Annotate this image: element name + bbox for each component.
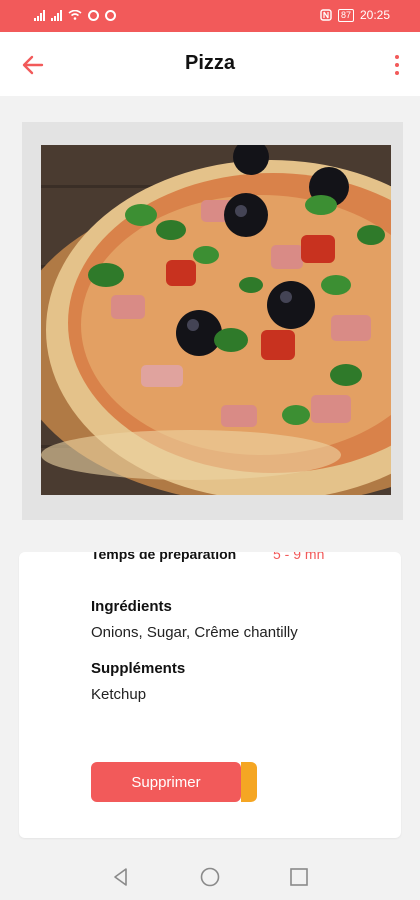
supplements-value: Ketchup <box>91 686 147 703</box>
signal-icon <box>34 9 45 21</box>
nav-recents-icon[interactable] <box>288 866 310 888</box>
battery-icon: 87 <box>337 8 354 22</box>
nav-home-icon[interactable] <box>199 866 221 888</box>
screen: 87 20:25 Pizza Temps de préparation 5 - … <box>0 0 420 900</box>
ingredients-label: Ingrédients <box>91 598 172 615</box>
app-bar: Pizza <box>0 32 420 96</box>
edit-button[interactable] <box>241 762 257 802</box>
pizza-photo <box>41 145 391 495</box>
delete-button[interactable]: Supprimer <box>91 762 241 802</box>
whatsapp-icon <box>88 9 99 21</box>
more-options-icon[interactable] <box>392 52 402 78</box>
app-notification-icon <box>105 9 116 21</box>
prep-time-label: Temps de préparation <box>91 552 237 562</box>
supplements-label: Suppléments <box>91 660 186 677</box>
pizza-image <box>41 145 391 495</box>
page-title: Pizza <box>184 52 236 74</box>
status-bar: 87 20:25 <box>0 0 420 32</box>
status-left <box>34 9 116 21</box>
ingredients-value: Onions, Sugar, Crême chantilly <box>91 624 298 641</box>
nfc-icon <box>320 9 332 21</box>
signal-icon-2 <box>51 9 62 21</box>
wifi-icon <box>68 10 82 20</box>
image-card <box>22 122 403 520</box>
battery-level: 87 <box>340 9 351 20</box>
nav-back-icon[interactable] <box>110 866 132 888</box>
system-nav-bar <box>0 852 420 900</box>
status-right: 87 20:25 <box>320 8 390 22</box>
prep-time-value: 5 - 9 mn <box>273 552 325 562</box>
status-time: 20:25 <box>359 8 390 22</box>
details-card: Temps de préparation 5 - 9 mn Ingrédient… <box>19 552 401 838</box>
